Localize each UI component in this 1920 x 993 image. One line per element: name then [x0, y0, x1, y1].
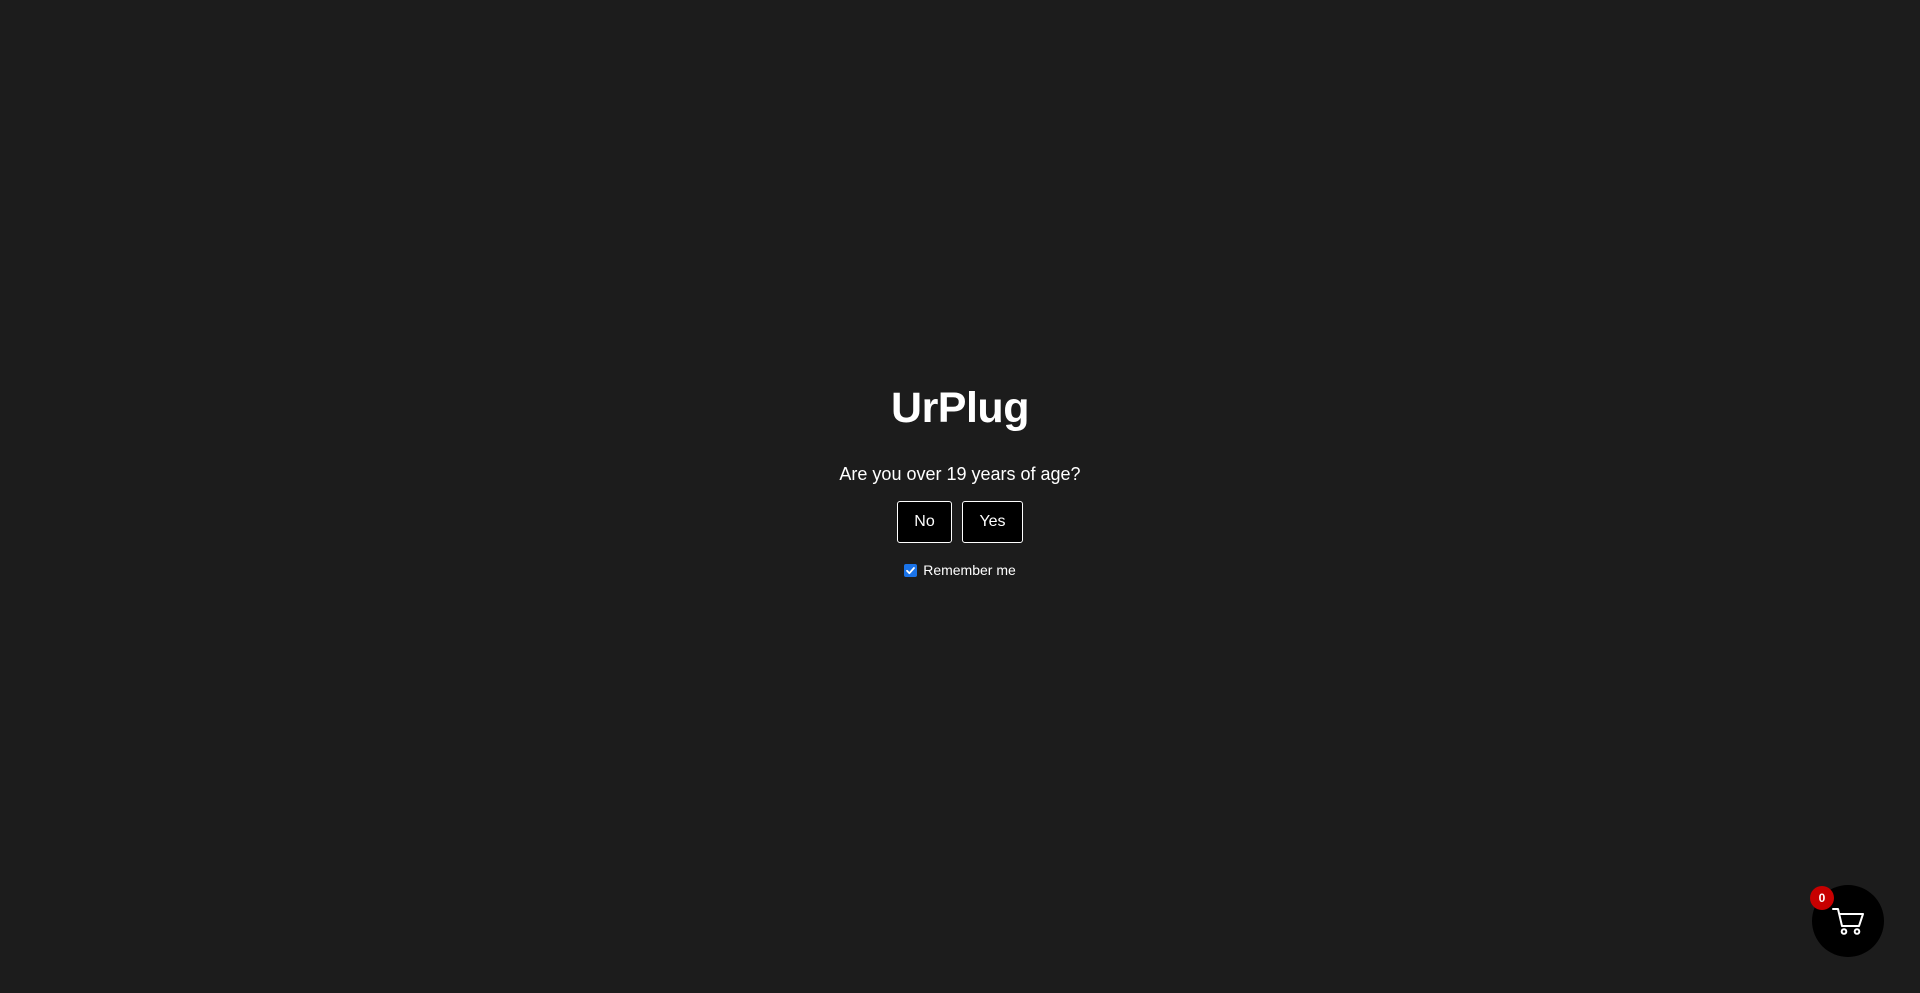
no-button[interactable]: No	[897, 501, 952, 543]
answer-buttons: No Yes	[897, 501, 1023, 543]
remember-me-checkbox[interactable]	[904, 563, 918, 577]
yes-button[interactable]: Yes	[962, 501, 1023, 543]
cart-count-badge: 0	[1810, 886, 1834, 910]
age-question: Are you over 19 years of age?	[839, 464, 1081, 484]
checkmark-icon	[906, 566, 916, 574]
page: UrPlug Are you over 19 years of age? No …	[0, 0, 1920, 993]
cart-icon	[1832, 908, 1864, 935]
age-verification-dialog: UrPlug Are you over 19 years of age? No …	[0, 380, 1920, 578]
remember-me[interactable]: Remember me	[904, 562, 1016, 578]
brand-title: UrPlug	[891, 384, 1029, 432]
remember-me-label: Remember me	[923, 562, 1016, 578]
